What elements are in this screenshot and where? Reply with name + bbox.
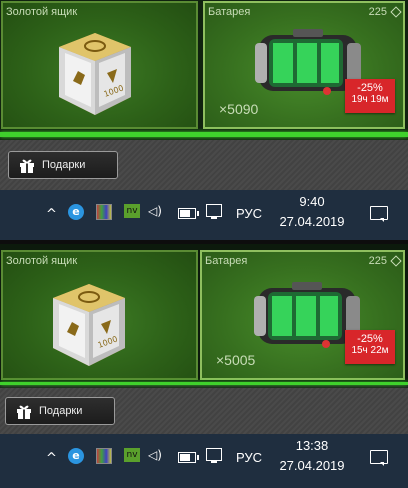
windows-taskbar: ^ e nv ◁) РУС 13:38 27.04.2019 xyxy=(0,434,408,488)
discount-badge: -25% 19ч 19м xyxy=(345,79,395,113)
card-title: Золотой ящик xyxy=(6,6,78,18)
discount-timer: 15ч 22м xyxy=(351,345,389,356)
battery-status-icon[interactable] xyxy=(178,452,199,463)
bottom-bar: Подарки xyxy=(0,388,408,434)
gold-box-icon: 1000 xyxy=(59,33,131,115)
gold-box-card[interactable]: Золотой ящик 1000 xyxy=(1,250,198,380)
gift-icon xyxy=(17,405,31,419)
discount-percent: -25% xyxy=(357,82,383,94)
gift-icon xyxy=(20,159,34,173)
battery-card[interactable]: Батарея 225 ×5090 -25% 19ч 19м xyxy=(203,1,405,129)
language-indicator[interactable]: РУС xyxy=(236,450,262,465)
item-quantity: ×5005 xyxy=(216,352,256,368)
network-icon[interactable] xyxy=(206,448,222,463)
notifications-icon[interactable] xyxy=(370,206,388,222)
clock-time: 13:38 xyxy=(295,438,329,453)
card-title: Золотой ящик xyxy=(6,255,78,267)
nvidia-icon[interactable]: nv xyxy=(124,448,140,462)
show-hidden-icons-chevron-icon[interactable]: ^ xyxy=(46,207,57,222)
show-hidden-icons-chevron-icon[interactable]: ^ xyxy=(46,451,57,466)
gifts-button[interactable]: Подарки xyxy=(8,151,118,179)
clock-time: 9:40 xyxy=(299,194,325,209)
accent-divider xyxy=(0,382,408,385)
windows-taskbar: ^ e nv ◁) РУС 9:40 27.04.2019 xyxy=(0,190,408,244)
game-shop-area: Золотой ящик 1000 Батарея 225 xyxy=(0,244,408,385)
diamond-currency-icon xyxy=(390,255,402,267)
notifications-icon[interactable] xyxy=(370,450,388,466)
screenshot-panel-2: Золотой ящик 1000 Батарея 225 ×5005 -25%… xyxy=(0,244,408,488)
network-icon[interactable] xyxy=(206,204,222,219)
edge-browser-icon[interactable]: e xyxy=(68,448,84,464)
bottom-bar: Подарки xyxy=(0,140,408,190)
volume-icon[interactable]: ◁) xyxy=(148,448,162,462)
card-price: 225 xyxy=(368,255,387,267)
taskbar-clock[interactable]: 9:40 27.04.2019 xyxy=(262,194,362,229)
discount-percent: -25% xyxy=(357,333,383,345)
volume-icon[interactable]: ◁) xyxy=(148,204,162,218)
gifts-button-label: Подарки xyxy=(42,159,86,171)
gold-box-icon: 1000 xyxy=(53,284,125,366)
clock-date: 27.04.2019 xyxy=(279,214,345,229)
edge-browser-icon[interactable]: e xyxy=(68,204,84,220)
card-title: Батарея xyxy=(205,255,248,267)
battery-card[interactable]: Батарея 225 ×5005 -25% 15ч 22м xyxy=(200,250,405,380)
gold-box-card[interactable]: Золотой ящик 1000 xyxy=(1,1,198,129)
item-quantity: ×5090 xyxy=(219,101,259,117)
discount-timer: 19ч 19м xyxy=(351,94,389,105)
diamond-currency-icon xyxy=(390,6,402,18)
battery-status-icon[interactable] xyxy=(178,208,199,219)
app-tray-icon[interactable] xyxy=(96,448,112,464)
nvidia-icon[interactable]: nv xyxy=(124,204,140,218)
screenshot-panel-1: Золотой ящик 1000 Батарея 225 ×5090 -25%… xyxy=(0,0,408,244)
gifts-button-label: Подарки xyxy=(39,405,83,417)
language-indicator[interactable]: РУС xyxy=(236,206,262,221)
discount-badge: -25% 15ч 22м xyxy=(345,330,395,364)
gifts-button[interactable]: Подарки xyxy=(5,397,115,425)
accent-divider xyxy=(0,132,408,137)
taskbar-clock[interactable]: 13:38 27.04.2019 xyxy=(262,438,362,473)
clock-date: 27.04.2019 xyxy=(279,458,345,473)
game-shop-area: Золотой ящик 1000 Батарея 225 xyxy=(0,0,408,140)
card-title: Батарея xyxy=(208,6,251,18)
card-price: 225 xyxy=(368,6,387,18)
app-tray-icon[interactable] xyxy=(96,204,112,220)
